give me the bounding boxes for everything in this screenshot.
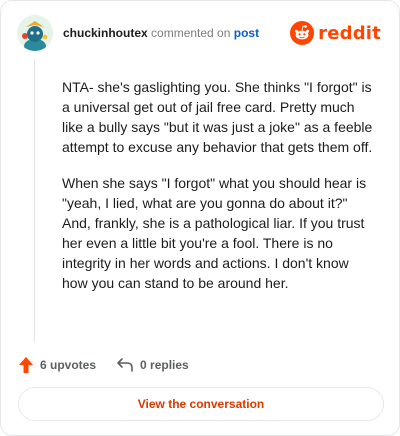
post-link[interactable]: post	[234, 26, 259, 40]
upvote-count: 6 upvotes	[40, 358, 97, 372]
view-conversation-label: View the conversation	[137, 397, 265, 411]
reply-action[interactable]: 0 replies	[116, 357, 189, 373]
comment-paragraph: When she says "I forgot" what you should…	[62, 175, 367, 291]
upvote-action[interactable]: 6 upvotes	[18, 356, 96, 374]
comment-actions: 6 upvotes 0 replies	[18, 355, 209, 375]
upvote-arrow-icon	[19, 357, 33, 373]
thread-line	[34, 59, 35, 342]
comment-paragraph: NTA- she's gaslighting you. She thinks "…	[62, 79, 373, 155]
comment-embed-card: chuckinhoutex commented on post reddit N…	[0, 0, 400, 436]
reddit-alien-icon	[290, 21, 315, 45]
comment-body: NTA- she's gaslighting you. She thinks "…	[62, 77, 374, 309]
comment-header: chuckinhoutex commented on post reddit	[17, 15, 385, 55]
reply-count: 0 replies	[140, 358, 189, 372]
reddit-logo[interactable]: reddit	[290, 18, 381, 48]
view-conversation-button[interactable]: View the conversation	[18, 387, 384, 421]
snoo-avatar-icon	[17, 15, 53, 51]
reply-arrow-icon	[117, 358, 133, 372]
reddit-wordmark: reddit	[318, 22, 381, 44]
byline: chuckinhoutex commented on post	[63, 26, 259, 40]
username-link[interactable]: chuckinhoutex	[63, 26, 148, 40]
user-avatar[interactable]	[17, 15, 53, 51]
commented-on-label: commented on	[151, 26, 231, 40]
